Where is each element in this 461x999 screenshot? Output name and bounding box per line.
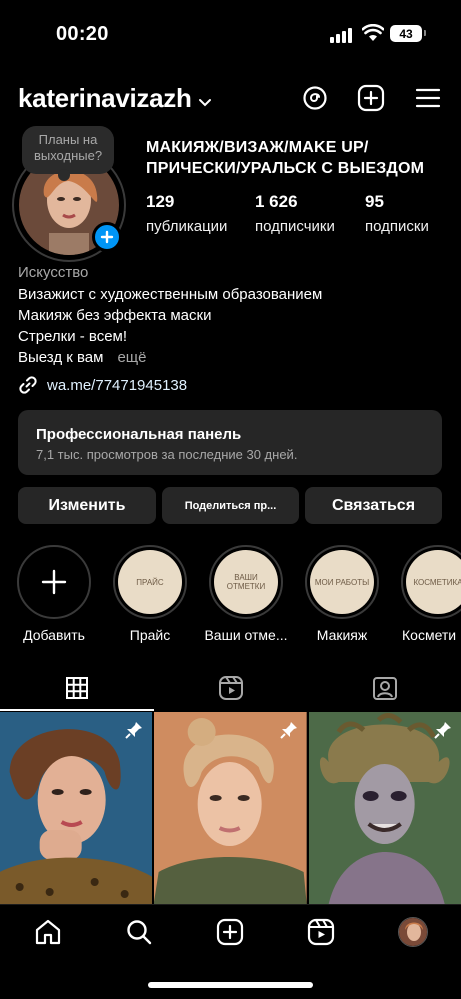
tab-tagged[interactable] [308, 665, 461, 711]
stat-label: публикации [146, 218, 228, 235]
cellular-signal-icon [330, 28, 352, 43]
status-bar: 00:20 43 [0, 0, 461, 64]
nav-search[interactable] [124, 917, 154, 947]
plus-icon [100, 230, 114, 244]
stat-number: 95 [365, 192, 384, 211]
status-time: 00:20 [56, 23, 109, 45]
highlight-cover-text: КОСМЕТИКА [406, 550, 461, 614]
post-thumbnail[interactable] [154, 712, 307, 904]
tagged-icon [373, 677, 397, 700]
add-story-button[interactable] [92, 222, 122, 252]
highlight-cover-text: ВАШИ ОТМЕТКИ [214, 550, 278, 614]
bio-line: Стрелки - всем! [18, 328, 128, 345]
create-icon [216, 918, 244, 946]
menu-icon[interactable] [414, 84, 442, 112]
panel-subtitle: 7,1 тыс. просмотров за последние 30 дней… [36, 447, 298, 462]
highlight-cover [17, 545, 91, 619]
grid-icon [66, 677, 88, 699]
bio-line: Выезд к вам [18, 349, 104, 366]
highlight-new[interactable]: Добавить [9, 545, 99, 643]
home-icon [35, 919, 61, 945]
stat-label: подписчики [255, 218, 335, 235]
highlight-label: Космети [402, 627, 457, 643]
edit-profile-button[interactable]: Изменить [18, 487, 156, 524]
pin-icon [279, 720, 299, 745]
pin-icon [433, 720, 453, 745]
link-icon [19, 376, 37, 394]
link-text: wa.me/77471945138 [47, 376, 188, 394]
profile-name-line: ПРИЧЕСКИ/УРАЛЬСК С ВЫЕЗДОМ [146, 160, 425, 177]
account-switcher[interactable]: katerinavizazh [18, 82, 212, 115]
stat-followers[interactable]: 1 626 подписчики [255, 192, 335, 235]
profile-link[interactable]: wa.me/77471945138 [18, 375, 187, 395]
nav-profile[interactable] [398, 917, 428, 947]
highlight-item[interactable]: КОСМЕТИКА Космети [393, 545, 461, 643]
tab-posts[interactable] [0, 665, 154, 711]
highlight-cover: ПРАЙС [113, 545, 187, 619]
highlight-label: Макияж [316, 627, 368, 643]
highlight-item[interactable]: МОИ РАБОТЫ Макияж [297, 545, 387, 643]
highlight-cover: МОИ РАБОТЫ [305, 545, 379, 619]
reels-icon [307, 918, 335, 946]
note-bubble[interactable]: Планы на выходные? [22, 126, 114, 181]
highlight-item[interactable]: ВАШИ ОТМЕТКИ Ваши отме... [201, 545, 291, 643]
posts-grid [0, 712, 461, 904]
highlight-label: Прайс [129, 627, 171, 643]
highlight-cover: ВАШИ ОТМЕТКИ [209, 545, 283, 619]
profile-category: Искусство [18, 264, 89, 281]
battery-icon: 43 [390, 25, 426, 42]
stat-label: подписки [365, 218, 429, 235]
nav-create[interactable] [215, 917, 245, 947]
stat-number: 1 626 [255, 192, 298, 211]
profile-name-line: МАКИЯЖ/ВИЗАЖ/MAKE UP/ [146, 139, 369, 156]
wifi-icon [361, 23, 385, 47]
bio-line-last: Выезд к вам ещё [18, 349, 146, 366]
search-icon [127, 920, 152, 945]
tab-reels[interactable] [154, 665, 308, 711]
plus-icon [41, 569, 67, 595]
highlight-cover-text: ПРАЙС [118, 550, 182, 614]
share-profile-button[interactable]: Поделиться пр... [162, 487, 299, 524]
threads-icon[interactable] [301, 84, 329, 112]
home-indicator [148, 982, 313, 988]
professional-dashboard[interactable]: Профессиональная панель 7,1 тыс. просмот… [18, 410, 442, 475]
username: katerinavizazh [18, 83, 192, 113]
new-post-icon[interactable] [357, 84, 385, 112]
profile-tabs [0, 665, 461, 711]
highlight-label: Ваши отме... [204, 627, 288, 643]
highlight-cover: КОСМЕТИКА [401, 545, 461, 619]
post-thumbnail[interactable] [308, 712, 461, 904]
chevron-down-icon [198, 84, 212, 115]
profile-header: katerinavizazh [18, 80, 443, 116]
post-thumbnail[interactable] [0, 712, 153, 904]
stat-posts[interactable]: 129 публикации [146, 192, 227, 235]
nav-reels[interactable] [306, 917, 336, 947]
active-tab-indicator [0, 709, 154, 711]
pin-icon [124, 720, 144, 745]
panel-title: Профессиональная панель [36, 426, 242, 443]
contact-button[interactable]: Связаться [305, 487, 442, 524]
avatar [398, 917, 428, 947]
stat-following[interactable]: 95 подписки [365, 192, 429, 235]
stat-number: 129 [146, 192, 175, 211]
reels-icon [219, 676, 243, 700]
more-link[interactable]: ещё [117, 349, 146, 366]
bio-line: Макияж без эффекта маски [18, 307, 212, 324]
highlight-item[interactable]: ПРАЙС Прайс [105, 545, 195, 643]
highlight-cover-text: МОИ РАБОТЫ [310, 550, 374, 614]
highlight-label: Добавить [23, 627, 85, 643]
nav-home[interactable] [33, 917, 63, 947]
profile-name: МАКИЯЖ/ВИЗАЖ/MAKE UP/ ПРИЧЕСКИ/УРАЛЬСК С… [146, 137, 424, 179]
bio-line: Визажист с художественным образованием [18, 286, 323, 303]
